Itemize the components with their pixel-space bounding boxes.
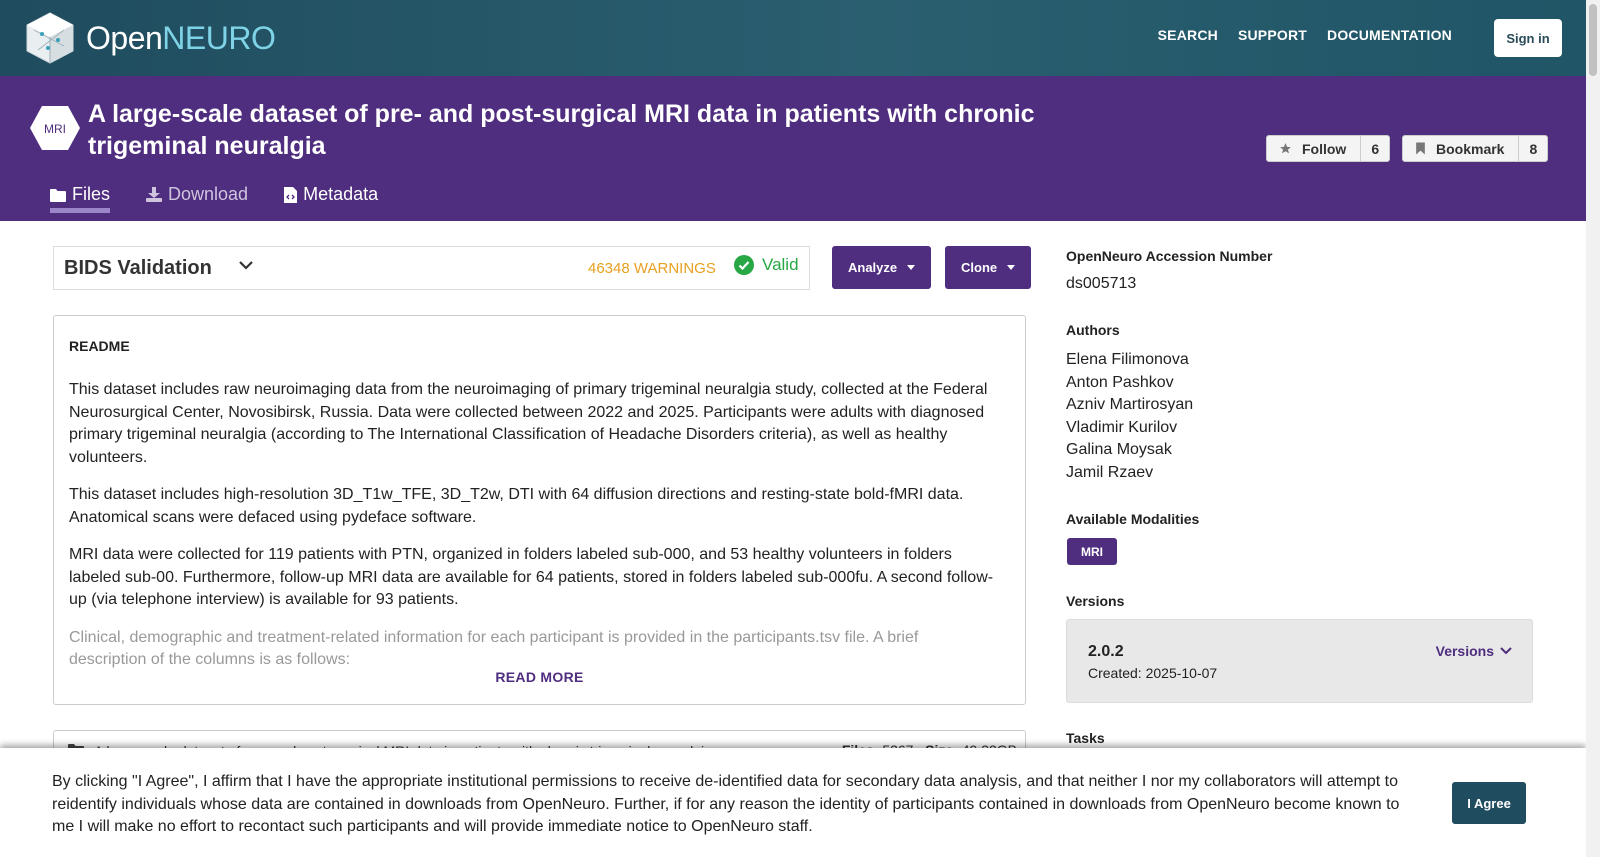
versions-dropdown[interactable]: Versions: [1436, 643, 1512, 659]
bids-validation-title: BIDS Validation: [64, 257, 212, 279]
author-item: Elena Filimonova: [1066, 351, 1189, 368]
analyze-label: Analyze: [848, 260, 898, 275]
clone-button[interactable]: Clone: [945, 246, 1032, 289]
nav-support[interactable]: SUPPORT: [1238, 27, 1307, 43]
readme-paragraph: MRI data were collected for 119 patients…: [69, 546, 994, 608]
chevron-down-icon[interactable]: [238, 257, 254, 273]
accession-label: OpenNeuro Accession Number: [1066, 248, 1273, 264]
tab-metadata-label: Metadata: [303, 184, 379, 204]
agree-button[interactable]: I Agree: [1452, 782, 1526, 824]
version-created: Created: 2025-10-07: [1088, 665, 1218, 681]
readme-paragraph: This dataset includes raw neuroimaging d…: [69, 381, 988, 466]
bookmark-count: 8: [1529, 140, 1538, 157]
modality-badge[interactable]: MRI: [1067, 538, 1117, 565]
dataset-header: MRI A large-scale dataset of pre- and po…: [0, 76, 1586, 221]
readme-panel: README This dataset includes raw neuroim…: [53, 315, 1026, 705]
version-number: 2.0.2: [1088, 643, 1124, 660]
download-icon: [146, 187, 163, 202]
consent-text: By clicking "I Agree", I affirm that I h…: [52, 773, 1400, 835]
author-item: Vladimir Kurilov: [1066, 418, 1178, 436]
valid-label: Valid: [762, 255, 799, 274]
accession-number: ds005713: [1066, 275, 1137, 292]
follow-button[interactable]: Follow 6: [1266, 135, 1391, 162]
author-item: Jamil Rzaev: [1066, 463, 1154, 481]
openneuro-logo[interactable]: OpenNEURO: [24, 10, 276, 66]
hex-badge-label: MRI: [44, 122, 66, 136]
modality-hex-badge: MRI: [29, 105, 81, 151]
dataset-title: A large-scale dataset of pre- and post-s…: [88, 100, 1035, 160]
versions-link-label: Versions: [1435, 643, 1494, 659]
author-item: Galina Moysak: [1066, 441, 1172, 458]
tab-files-label: Files: [72, 184, 111, 204]
bookmark-label: Bookmark: [1436, 140, 1505, 157]
valid-status: Valid: [734, 255, 799, 275]
read-more-button[interactable]: READ MORE: [54, 669, 1025, 685]
scrollbar-thumb[interactable]: [1589, 4, 1597, 76]
follow-label: Follow: [1302, 140, 1347, 157]
tab-metadata[interactable]: Metadata: [284, 184, 378, 213]
file-code-icon: [284, 186, 298, 203]
authors-list: Elena Filimonova Anton Pashkov Azniv Mar…: [1066, 349, 1193, 484]
authors-label: Authors: [1066, 322, 1120, 338]
tab-download[interactable]: Download: [146, 184, 248, 213]
sign-in-button[interactable]: Sign in: [1494, 19, 1562, 57]
readme-body: This dataset includes raw neuroimaging d…: [69, 379, 999, 687]
readme-paragraph: This dataset includes high-resolution 3D…: [69, 486, 964, 526]
nav-links: SEARCH SUPPORT DOCUMENTATION: [1158, 27, 1452, 43]
clone-label: Clone: [961, 260, 998, 275]
bookmark-icon: [1416, 142, 1425, 155]
cube-logo-icon: [26, 12, 74, 64]
nav-documentation[interactable]: DOCUMENTATION: [1327, 27, 1452, 43]
dataset-tabs: Files Download Metadata: [50, 184, 378, 213]
versions-panel: 2.0.2 Created: 2025-10-07 Versions: [1066, 619, 1533, 703]
warnings-count[interactable]: 46348 WARNINGS: [588, 260, 716, 277]
modalities-label: Available Modalities: [1066, 511, 1200, 527]
consent-banner: By clicking "I Agree", I affirm that I h…: [0, 748, 1586, 857]
page-scrollbar[interactable]: [1586, 0, 1600, 857]
chevron-down-icon: [1500, 647, 1512, 655]
bookmark-button[interactable]: Bookmark 8: [1402, 135, 1549, 162]
analyze-button[interactable]: Analyze: [832, 246, 932, 289]
folder-icon: [50, 188, 66, 202]
readme-label: README: [69, 338, 130, 354]
readme-paragraph: Clinical, demographic and treatment-rela…: [69, 628, 919, 669]
logo-open: Open: [86, 19, 163, 56]
author-item: Azniv Martirosyan: [1066, 396, 1194, 413]
check-circle-icon: [734, 255, 754, 275]
tasks-label: Tasks: [1066, 730, 1105, 746]
top-navbar: OpenNEURO SEARCH SUPPORT DOCUMENTATION S…: [0, 0, 1586, 76]
nav-search[interactable]: SEARCH: [1158, 27, 1218, 43]
star-icon: [1280, 143, 1291, 154]
tab-download-label: Download: [168, 184, 249, 204]
caret-down-icon: [1007, 265, 1016, 270]
tab-files[interactable]: Files: [50, 184, 111, 213]
hexagon-icon: MRI: [30, 106, 80, 150]
logo-neuro: NEURO: [162, 19, 276, 56]
caret-down-icon: [907, 265, 916, 270]
bids-validation-panel[interactable]: BIDS Validation 46348 WARNINGS Valid: [53, 246, 810, 290]
follow-count: 6: [1371, 140, 1380, 157]
author-item: Anton Pashkov: [1066, 373, 1174, 391]
versions-label: Versions: [1066, 593, 1125, 609]
logo-text: OpenNEURO: [86, 19, 276, 57]
